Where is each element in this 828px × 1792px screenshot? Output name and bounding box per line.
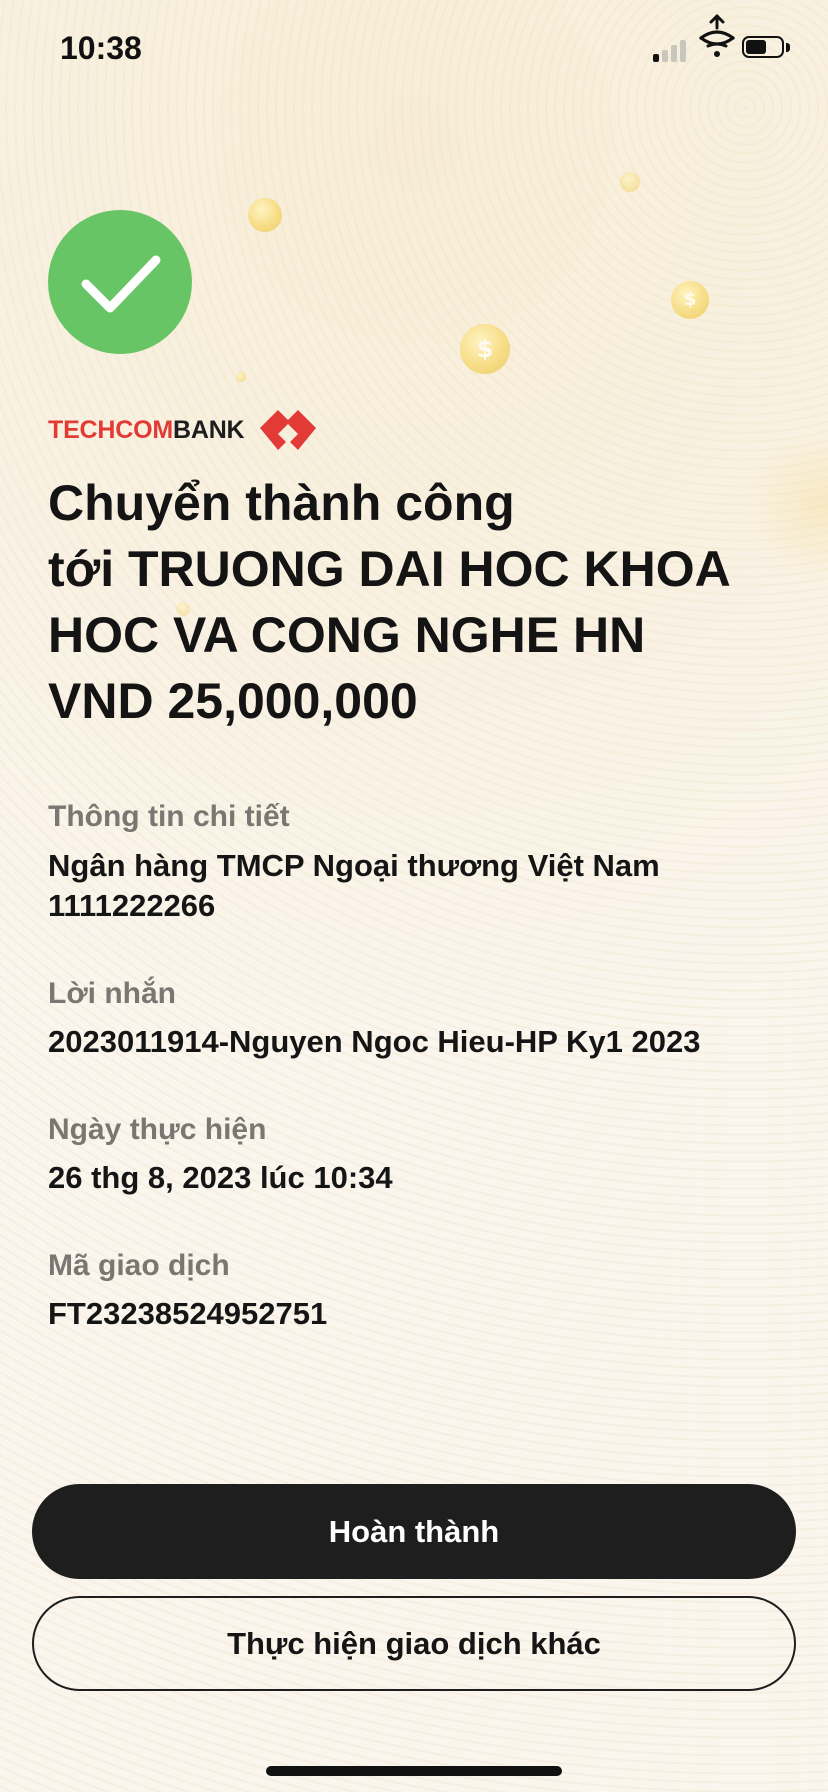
logo-text-red: TECHCOM	[48, 415, 173, 444]
success-check-icon	[48, 210, 192, 354]
detail-message-value: 2023011914-Nguyen Ngoc Hieu-HP Ky1 2023	[48, 1024, 701, 1059]
coin-decoration	[236, 372, 246, 382]
detail-message-label: Lời nhắn	[48, 977, 176, 1010]
techcombank-logo: TECHCOMBANK	[48, 407, 320, 453]
detail-date-label: Ngày thực hiện	[48, 1113, 267, 1146]
battery-icon	[742, 36, 790, 60]
coin-symbol: $	[476, 335, 494, 363]
heading-line-recipient-2: HOC VA CONG NGHE HN	[48, 607, 646, 663]
coin-decoration	[248, 198, 282, 232]
heading-line-amount: VND 25,000,000	[48, 673, 418, 729]
cellular-signal-icon	[653, 38, 689, 62]
new-transaction-button-label: Thực hiện giao dịch khác	[227, 1625, 601, 1661]
status-bar: 10:38	[0, 0, 828, 100]
detail-date-value: 26 thg 8, 2023 lúc 10:34	[48, 1160, 393, 1195]
logo-text-dark: BANK	[172, 415, 245, 444]
detail-info-label: Thông tin chi tiết	[48, 800, 290, 833]
heading-line-recipient-1: tới TRUONG DAI HOC KHOA	[48, 541, 731, 597]
detail-txn-label: Mã giao dịch	[48, 1249, 230, 1282]
home-indicator[interactable]	[266, 1766, 562, 1776]
detail-txn-value: FT23238524952751	[48, 1296, 328, 1331]
detail-account-number: 1111222266	[48, 888, 216, 923]
coin-decoration	[620, 172, 640, 192]
coin-symbol: $	[683, 289, 697, 310]
logo-diamond-icon	[260, 410, 317, 450]
status-time: 10:38	[60, 30, 142, 66]
logo-wordmark: TECHCOMBANK	[48, 415, 245, 445]
dollar-coin-icon: $	[460, 324, 510, 374]
heading-line-status: Chuyển thành công	[48, 475, 515, 531]
detail-bank-name: Ngân hàng TMCP Ngoại thương Việt Nam	[48, 848, 660, 883]
transfer-heading: Chuyển thành công tới TRUONG DAI HOC KHO…	[48, 470, 788, 734]
done-button-label: Hoàn thành	[328, 1513, 500, 1549]
dollar-coin-icon: $	[671, 281, 709, 319]
hotspot-icon	[697, 12, 737, 62]
done-button[interactable]: Hoàn thành	[32, 1484, 796, 1579]
new-transaction-button[interactable]: Thực hiện giao dịch khác	[32, 1596, 796, 1691]
